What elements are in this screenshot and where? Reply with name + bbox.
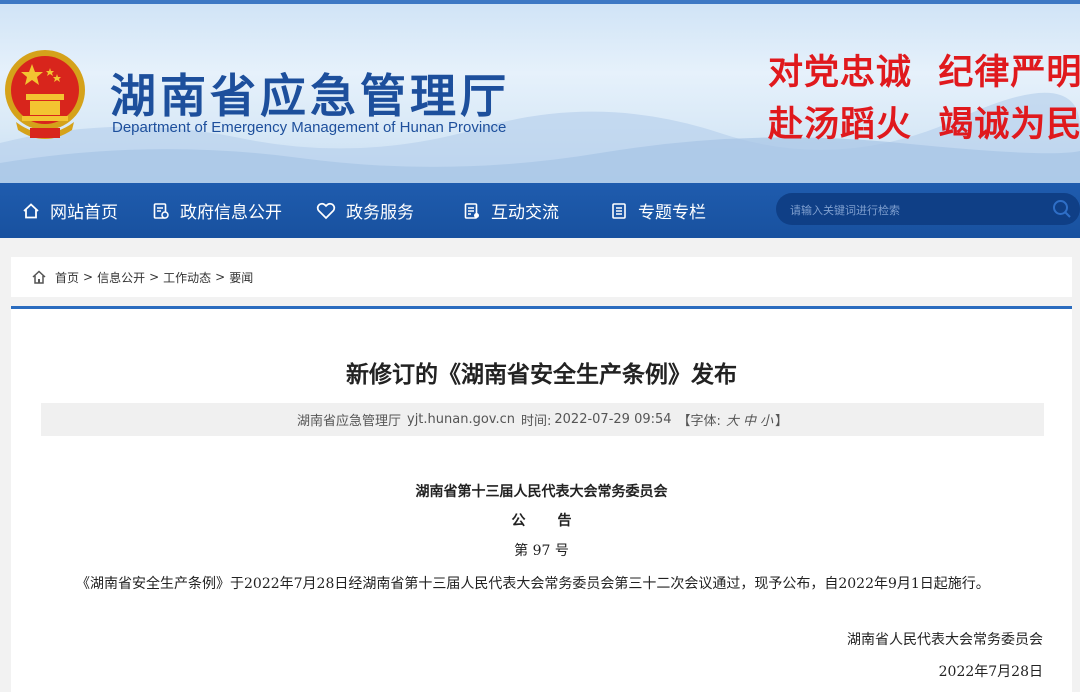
main-nav: 网站首页 政府信息公开 政务服务 互动交流 专题专栏 — [0, 183, 1080, 238]
search-icon[interactable] — [1052, 199, 1072, 219]
nav-item-services[interactable]: 政务服务 — [316, 183, 414, 238]
list-doc-icon — [612, 202, 626, 219]
home-icon — [32, 270, 46, 284]
fontsize-close: 】 — [774, 414, 788, 429]
nav-item-label: 政府信息公开 — [180, 203, 282, 223]
breadcrumb-work-news[interactable]: 工作动态 — [163, 269, 211, 286]
notice-issuer: 湖南省第十三届人民代表大会常务委员会 — [415, 484, 668, 500]
fontsize-medium-button[interactable]: 中 — [743, 410, 756, 429]
notice-number: 第 97 号 — [514, 543, 569, 559]
nav-item-topics[interactable]: 专题专栏 — [610, 183, 706, 238]
fontsize-label: 【字体: — [677, 414, 721, 429]
article-time-label: 时间: — [521, 414, 552, 429]
site-title-cn: 湖南省应急管理厅 — [110, 69, 510, 123]
search-box — [776, 193, 1080, 227]
article-paragraph: 《湖南省安全生产条例》于2022年7月28日经湖南省第十三届人民代表大会常务委员… — [76, 576, 990, 592]
nav-item-interaction[interactable]: 互动交流 — [463, 183, 559, 238]
fontsize-large-button[interactable]: 大 — [726, 410, 739, 429]
notice-heading: 公告 — [511, 513, 604, 529]
slogan-line-1: 对党忠诚 纪律严明 — [768, 52, 1080, 93]
document-icon — [153, 202, 169, 219]
breadcrumb-info-public[interactable]: 信息公开 — [97, 269, 145, 286]
national-emblem-icon — [5, 50, 85, 139]
article-site: yjt.hunan.gov.cn — [407, 412, 515, 427]
heart-icon — [316, 202, 336, 219]
header-banner: 湖南省应急管理厅 Department of Emergency Managem… — [0, 0, 1080, 183]
article-title: 新修订的《湖南省安全生产条例》发布 — [346, 362, 737, 388]
slogan-line-2: 赴汤蹈火 竭诚为民 — [768, 104, 1080, 145]
chat-doc-icon — [464, 202, 479, 219]
article-time: 2022-07-29 09:54 — [554, 412, 672, 427]
nav-item-home[interactable]: 网站首页 — [22, 183, 118, 238]
nav-item-label: 政务服务 — [346, 203, 414, 223]
breadcrumb-home[interactable]: 首页 — [55, 269, 79, 286]
breadcrumb-separator: > — [83, 270, 94, 284]
breadcrumb-separator: > — [215, 270, 226, 284]
nav-item-label: 互动交流 — [491, 203, 559, 223]
breadcrumb-headlines[interactable]: 要闻 — [229, 269, 253, 286]
article-panel: 新修订的《湖南省安全生产条例》发布 湖南省应急管理厅 yjt.hunan.gov… — [11, 306, 1072, 692]
article-meta: 湖南省应急管理厅 yjt.hunan.gov.cn 时间: 2022-07-29… — [41, 403, 1044, 436]
article-source: 湖南省应急管理厅 — [296, 414, 401, 429]
signature-date: 2022年7月28日 — [938, 664, 1043, 680]
nav-item-label: 专题专栏 — [638, 203, 706, 223]
site-title-en: Department of Emergency Management of Hu… — [112, 119, 507, 136]
nav-item-label: 网站首页 — [50, 203, 118, 223]
top-accent-line — [0, 0, 1080, 4]
home-icon — [23, 202, 39, 218]
breadcrumb-separator: > — [149, 270, 160, 284]
breadcrumb: 首页 > 信息公开 > 工作动态 > 要闻 — [11, 257, 1072, 297]
nav-item-gov-info[interactable]: 政府信息公开 — [152, 183, 282, 238]
signature: 湖南省人民代表大会常务委员会 — [847, 632, 1043, 648]
fontsize-small-button[interactable]: 小 — [760, 410, 773, 429]
search-input[interactable] — [788, 193, 1032, 227]
